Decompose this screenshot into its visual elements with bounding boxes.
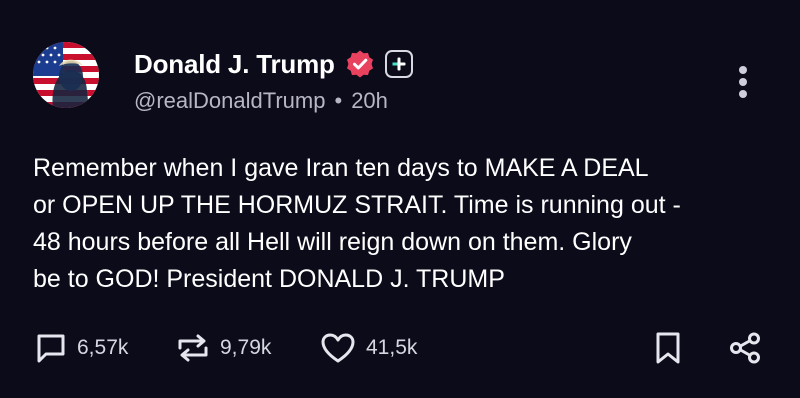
share-icon: [730, 332, 760, 364]
author-handle[interactable]: @realDonaldTrump: [134, 88, 325, 114]
bookmark-button[interactable]: [654, 330, 682, 366]
follow-button[interactable]: [384, 50, 413, 78]
comment-icon: [37, 334, 65, 363]
display-name[interactable]: Donald J. Trump: [134, 49, 335, 80]
share-button[interactable]: [728, 330, 762, 366]
post-text-line: 48 hours before all Hell will reign down…: [33, 228, 632, 256]
post-text: Remember when I gave Iran ten days to MA…: [33, 150, 773, 298]
avatar-image: [33, 42, 99, 108]
repost-icon: [178, 334, 208, 362]
verified-badge-icon: [345, 49, 375, 79]
meta-row: @realDonaldTrump • 20h: [134, 88, 388, 114]
plus-icon: [392, 57, 406, 71]
like-button[interactable]: 41,5k: [320, 330, 417, 366]
author-row: Donald J. Trump: [134, 46, 413, 82]
reply-count: 6,57k: [77, 336, 129, 359]
repost-count: 9,79k: [220, 336, 272, 359]
post-timestamp[interactable]: 20h: [351, 88, 388, 114]
repost-button[interactable]: 9,79k: [176, 330, 271, 366]
more-options-button[interactable]: [728, 62, 758, 102]
bookmark-icon: [656, 332, 680, 364]
more-vertical-icon: [739, 66, 747, 74]
post-card: Donald J. Trump @realDonaldTrump • 20h R…: [0, 0, 800, 398]
action-bar: 6,57k 9,79k 41,5k: [0, 330, 800, 370]
heart-icon: [321, 333, 355, 363]
post-text-line: Remember when I gave Iran ten days to MA…: [33, 154, 649, 182]
post-text-line: be to GOD! President DONALD J. TRUMP: [33, 265, 505, 293]
avatar[interactable]: [33, 42, 99, 108]
post-text-line: or OPEN UP THE HORMUZ STRAIT. Time is ru…: [33, 191, 681, 219]
meta-separator: •: [334, 88, 343, 113]
reply-button[interactable]: 6,57k: [35, 330, 128, 366]
like-count: 41,5k: [366, 336, 418, 359]
